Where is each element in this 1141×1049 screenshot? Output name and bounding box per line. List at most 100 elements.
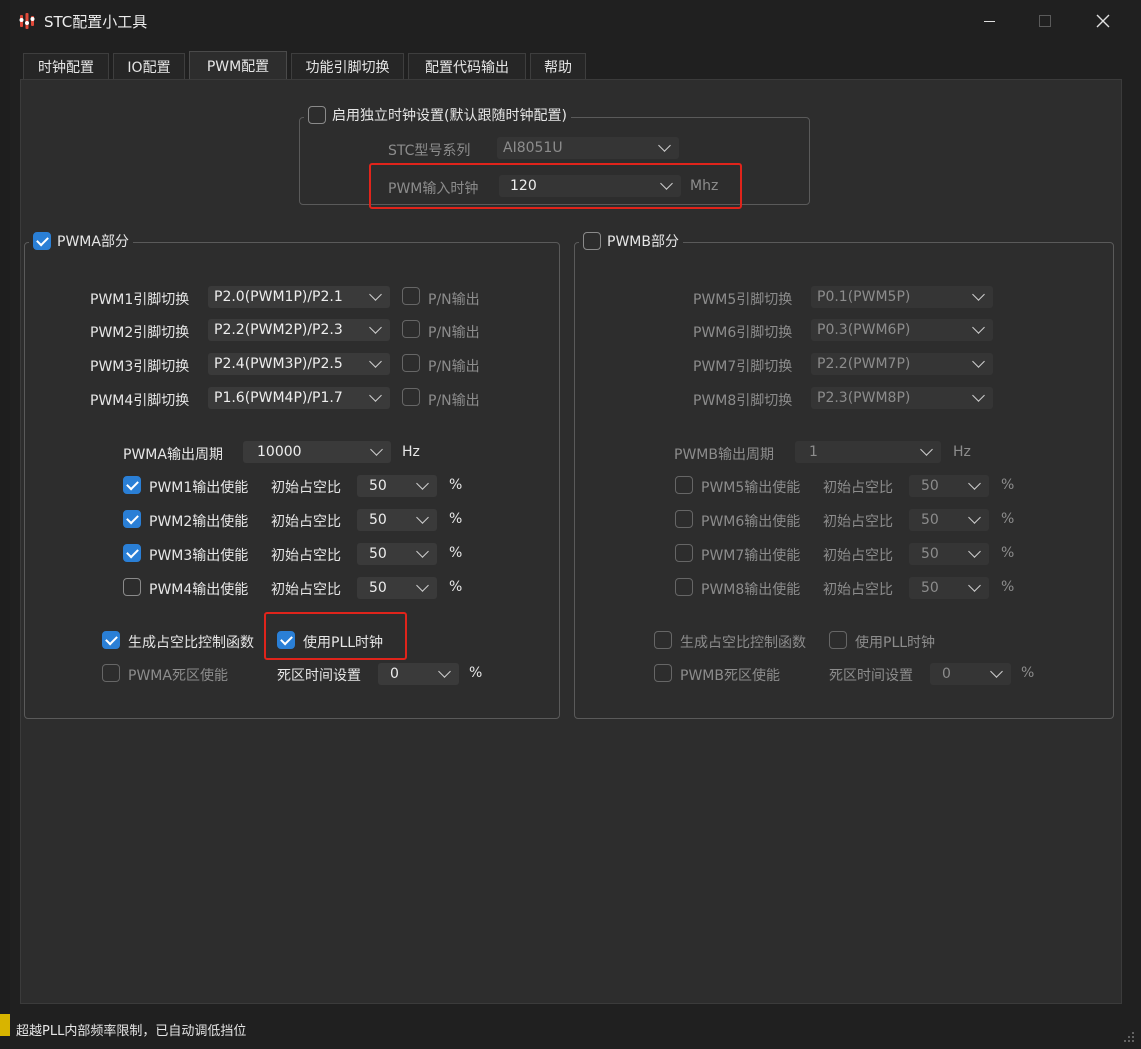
- pwm8-pin-select[interactable]: P2.3(PWM8P): [811, 387, 993, 409]
- pwm5-output-label: PWM5输出使能: [701, 480, 801, 496]
- pwm2-pn-checkbox[interactable]: [402, 320, 420, 338]
- pwma-enable-checkbox[interactable]: [33, 232, 51, 250]
- tab-code-output[interactable]: 配置代码输出: [408, 53, 526, 79]
- close-button[interactable]: [1080, 6, 1126, 36]
- pwmb-enable-toggle[interactable]: PWMB部分: [579, 231, 683, 251]
- pwma-title: PWMA部分: [57, 234, 129, 250]
- pwm6-output-checkbox[interactable]: [675, 510, 693, 528]
- pwm3-pin-label: PWM3引脚切换: [90, 359, 190, 375]
- model-select[interactable]: AI8051U: [497, 137, 679, 159]
- chevron-down-icon: [990, 665, 1003, 678]
- pwm2-output-checkbox[interactable]: [123, 510, 141, 528]
- pwma-use-pll-label: 使用PLL时钟: [303, 635, 384, 651]
- pwm5-duty-label: 初始占空比: [823, 480, 893, 496]
- pwm4-duty-select[interactable]: 50: [357, 577, 437, 599]
- pwm2-pin-select[interactable]: P2.2(PWM2P)/P2.3: [208, 319, 390, 341]
- pwma-use-pll-checkbox[interactable]: [277, 631, 295, 649]
- chevron-down-icon: [370, 443, 383, 456]
- pwma-enable-toggle[interactable]: PWMA部分: [29, 231, 133, 251]
- chevron-down-icon: [660, 177, 673, 190]
- pwm4-output-checkbox[interactable]: [123, 578, 141, 596]
- model-value: AI8051U: [503, 140, 563, 156]
- pwm2-duty-label: 初始占空比: [271, 514, 341, 530]
- pwm5-pin-select[interactable]: P0.1(PWM5P): [811, 286, 993, 308]
- chevron-down-icon: [920, 443, 933, 456]
- pwmb-period-select[interactable]: 1: [795, 441, 941, 463]
- pwm7-pin-select[interactable]: P2.2(PWM7P): [811, 353, 993, 375]
- tab-pwm-config[interactable]: PWM配置: [189, 51, 287, 80]
- pwm1-pn-label: P/N输出: [428, 292, 480, 308]
- pwm8-pin-label: PWM8引脚切换: [693, 393, 793, 409]
- pwm8-duty-unit: %: [1001, 579, 1015, 595]
- pwm7-pin-value: P2.2(PWM7P): [817, 356, 911, 372]
- pwmb-period-label: PWMB输出周期: [674, 447, 774, 463]
- chevron-down-icon: [972, 389, 985, 402]
- pwm1-pn-checkbox[interactable]: [402, 287, 420, 305]
- pwm2-duty-value: 50: [369, 512, 387, 528]
- tab-help[interactable]: 帮助: [530, 53, 586, 79]
- pwmb-deadzone-checkbox[interactable]: [654, 664, 672, 682]
- status-message: 超越PLL内部频率限制，已自动调低挡位: [16, 1024, 247, 1039]
- pwm5-pin-value: P0.1(PWM5P): [817, 289, 911, 305]
- pwmb-deadzone-label: PWMB死区使能: [680, 668, 780, 684]
- app-icon: [19, 13, 35, 29]
- pwm6-pin-select[interactable]: P0.3(PWM6P): [811, 319, 993, 341]
- pwm3-duty-select[interactable]: 50: [357, 543, 437, 565]
- pwm3-pn-label: P/N输出: [428, 359, 480, 375]
- pwm5-output-checkbox[interactable]: [675, 476, 693, 494]
- independent-clock-checkbox[interactable]: [308, 106, 326, 124]
- pwm3-duty-unit: %: [449, 545, 463, 561]
- chevron-down-icon: [968, 579, 981, 592]
- pwm3-duty-value: 50: [369, 546, 387, 562]
- pwm1-duty-unit: %: [449, 477, 463, 493]
- pwma-deadtime-label: 死区时间设置: [277, 668, 361, 684]
- pwm5-duty-select[interactable]: 50: [909, 475, 989, 497]
- pwma-deadtime-value: 0: [390, 666, 399, 682]
- pwma-period-select[interactable]: 10000: [243, 441, 391, 463]
- pwmb-deadtime-select[interactable]: 0: [930, 663, 1011, 685]
- input-clock-value: 120: [510, 178, 537, 194]
- pwm1-pin-select[interactable]: P2.0(PWM1P)/P2.1: [208, 286, 390, 308]
- pwm1-duty-select[interactable]: 50: [357, 475, 437, 497]
- pwm2-duty-select[interactable]: 50: [357, 509, 437, 531]
- pwm3-pin-select[interactable]: P2.4(PWM3P)/P2.5: [208, 353, 390, 375]
- independent-clock-toggle[interactable]: 启用独立时钟设置(默认跟随时钟配置): [304, 105, 571, 125]
- chevron-down-icon: [416, 511, 429, 524]
- pwmb-deadtime-unit: %: [1021, 665, 1035, 681]
- pwm6-duty-select[interactable]: 50: [909, 509, 989, 531]
- pwmb-use-pll-checkbox[interactable]: [829, 631, 847, 649]
- chevron-down-icon: [369, 321, 382, 334]
- pwma-deadtime-select[interactable]: 0: [378, 663, 459, 685]
- pwm1-output-checkbox[interactable]: [123, 476, 141, 494]
- pwm7-pin-label: PWM7引脚切换: [693, 359, 793, 375]
- pwm3-pn-checkbox[interactable]: [402, 354, 420, 372]
- chevron-down-icon: [416, 477, 429, 490]
- pwm3-output-checkbox[interactable]: [123, 544, 141, 562]
- minimize-button[interactable]: [966, 6, 1012, 36]
- tab-clock-config[interactable]: 时钟配置: [23, 53, 109, 79]
- pwmb-enable-checkbox[interactable]: [583, 232, 601, 250]
- pwm1-pin-value: P2.0(PWM1P)/P2.1: [214, 289, 343, 305]
- pwm8-duty-select[interactable]: 50: [909, 577, 989, 599]
- pwma-period-unit: Hz: [402, 444, 420, 460]
- pwm7-output-checkbox[interactable]: [675, 544, 693, 562]
- tab-io-config[interactable]: IO配置: [113, 53, 185, 79]
- pwm8-output-checkbox[interactable]: [675, 578, 693, 596]
- pwm4-pn-label: P/N输出: [428, 393, 480, 409]
- chevron-down-icon: [416, 579, 429, 592]
- resize-grip-icon[interactable]: [1122, 1030, 1136, 1044]
- pwm7-duty-select[interactable]: 50: [909, 543, 989, 565]
- pwmb-gen-duty-func-checkbox[interactable]: [654, 631, 672, 649]
- window-title: STC配置小工具: [44, 13, 148, 31]
- tab-pin-switch[interactable]: 功能引脚切换: [291, 53, 404, 79]
- pwm4-pin-select[interactable]: P1.6(PWM4P)/P1.7: [208, 387, 390, 409]
- pwm8-output-label: PWM8输出使能: [701, 582, 801, 598]
- pwma-gen-duty-func-checkbox[interactable]: [102, 631, 120, 649]
- pwma-deadzone-checkbox[interactable]: [102, 664, 120, 682]
- pwm6-duty-label: 初始占空比: [823, 514, 893, 530]
- pwm7-output-label: PWM7输出使能: [701, 548, 801, 564]
- chevron-down-icon: [968, 545, 981, 558]
- pwm4-pn-checkbox[interactable]: [402, 388, 420, 406]
- close-icon: [1096, 14, 1110, 28]
- input-clock-select[interactable]: 120: [499, 175, 681, 197]
